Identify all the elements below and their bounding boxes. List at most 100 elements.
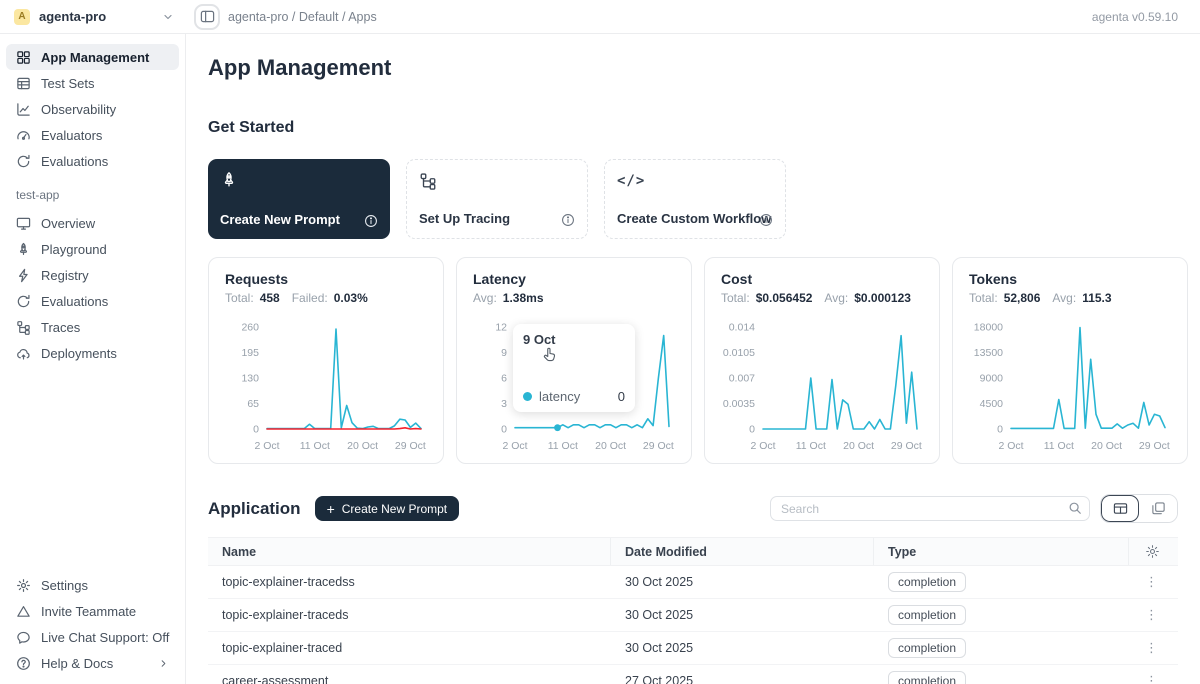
sidebar-item-evaluators[interactable]: Evaluators — [6, 122, 179, 148]
table-row[interactable]: topic-explainer-traced 30 Oct 2025 compl… — [208, 632, 1178, 665]
svg-text:4500: 4500 — [980, 398, 1004, 410]
chart-title: Requests — [225, 271, 427, 287]
column-header-date-modified[interactable]: Date Modified — [611, 538, 874, 565]
svg-text:12: 12 — [495, 322, 507, 334]
chart-line-icon — [16, 102, 31, 117]
stat-label: Total: — [721, 291, 750, 305]
workspace-name: agenta-pro — [39, 9, 106, 24]
sidebar-item-settings[interactable]: Settings — [6, 572, 179, 598]
search-box — [770, 496, 1090, 521]
sync-icon — [16, 154, 31, 169]
svg-text:11 Oct: 11 Oct — [1044, 440, 1074, 452]
table-icon — [16, 76, 31, 91]
svg-text:0: 0 — [997, 424, 1003, 436]
stat-value: 0.03% — [334, 291, 368, 305]
sidebar-item-evaluations-app[interactable]: Evaluations — [6, 288, 179, 314]
sidebar-item-evaluations[interactable]: Evaluations — [6, 148, 179, 174]
sidebar-item-playground[interactable]: Playground — [6, 236, 179, 262]
sidebar-item-label: Observability — [41, 102, 116, 117]
chart-stats: Total: $0.056452 Avg: $0.000123 — [721, 291, 923, 305]
page-title: App Management — [208, 55, 1178, 81]
table-view-icon — [1113, 501, 1128, 516]
create-new-prompt-card[interactable]: Create New Prompt — [208, 159, 390, 239]
chart-title: Cost — [721, 271, 923, 287]
workspace-avatar: A — [14, 9, 30, 25]
column-header-type[interactable]: Type — [874, 538, 1129, 565]
chart-card-tokens: Tokens Total: 52,806 Avg: 115.3 04500900… — [952, 257, 1188, 464]
sync-icon — [16, 294, 31, 309]
row-menu-button[interactable]: ⋮ — [1129, 640, 1178, 656]
sidebar-item-observability[interactable]: Observability — [6, 96, 179, 122]
column-settings[interactable] — [1129, 538, 1178, 565]
card-view-button[interactable] — [1139, 495, 1177, 522]
row-menu-button[interactable]: ⋮ — [1129, 574, 1178, 590]
sidebar-item-label: Live Chat Support: Off — [41, 630, 169, 645]
sidebar-item-traces[interactable]: Traces — [6, 314, 179, 340]
type-badge: completion — [888, 605, 966, 625]
sidebar-item-label: Overview — [41, 216, 95, 231]
sidebar-item-deployments[interactable]: Deployments — [6, 340, 179, 366]
sidebar-item-app-management[interactable]: App Management — [6, 44, 179, 70]
breadcrumb[interactable]: agenta-pro / Default / Apps — [228, 10, 377, 24]
requests-chart[interactable]: 0651301952602 Oct11 Oct20 Oct29 Oct — [225, 313, 427, 457]
svg-text:65: 65 — [247, 398, 259, 410]
sidebar-item-label: Test Sets — [41, 76, 94, 91]
tokens-chart[interactable]: 04500900013500180002 Oct11 Oct20 Oct29 O… — [969, 313, 1171, 457]
sidebar-item-overview[interactable]: Overview — [6, 210, 179, 236]
set-up-tracing-card[interactable]: Set Up Tracing — [406, 159, 588, 239]
sidebar-item-label: Evaluations — [41, 154, 108, 169]
row-menu-button[interactable]: ⋮ — [1129, 673, 1178, 684]
row-menu-button[interactable]: ⋮ — [1129, 607, 1178, 623]
svg-text:11 Oct: 11 Oct — [548, 440, 578, 452]
rocket-icon — [16, 242, 31, 257]
table-view-button[interactable] — [1101, 495, 1139, 522]
sidebar-item-label: Evaluators — [41, 128, 102, 143]
svg-text:11 Oct: 11 Oct — [300, 440, 330, 452]
info-icon[interactable] — [561, 213, 575, 227]
info-icon[interactable] — [364, 214, 378, 228]
table-header: Name Date Modified Type — [208, 537, 1178, 566]
sidebar-collapse-button[interactable] — [194, 4, 220, 30]
chart-tooltip: 9 Oct latency 0 — [513, 324, 635, 412]
cost-chart[interactable]: 00.00350.0070.01050.0142 Oct11 Oct20 Oct… — [721, 313, 923, 457]
svg-text:9: 9 — [501, 347, 507, 359]
card-label: Create Custom Workflow — [617, 211, 771, 226]
chart-card-cost: Cost Total: $0.056452 Avg: $0.000123 00.… — [704, 257, 940, 464]
type-badge: completion — [888, 671, 966, 684]
sidebar-item-invite-teammate[interactable]: Invite Teammate — [6, 598, 179, 624]
sidebar-item-live-chat-support[interactable]: Live Chat Support: Off — [6, 624, 179, 650]
svg-text:29 Oct: 29 Oct — [643, 440, 674, 452]
sidebar-item-label: Registry — [41, 268, 89, 283]
svg-text:0.014: 0.014 — [729, 322, 755, 334]
svg-text:2 Oct: 2 Oct — [502, 440, 527, 452]
stat-value: $0.056452 — [756, 291, 813, 305]
sidebar-item-registry[interactable]: Registry — [6, 262, 179, 288]
main-content: App Management Get Started Create New Pr… — [186, 34, 1200, 684]
svg-text:2 Oct: 2 Oct — [998, 440, 1023, 452]
get-started-title: Get Started — [208, 119, 1178, 137]
cell-date: 27 Oct 2025 — [611, 674, 874, 684]
search-input[interactable] — [770, 496, 1090, 521]
workspace-selector[interactable]: A agenta-pro — [0, 9, 186, 25]
cell-date: 30 Oct 2025 — [611, 641, 874, 655]
svg-text:260: 260 — [241, 322, 259, 334]
trace-tree-icon — [419, 172, 437, 190]
create-new-prompt-button[interactable]: + Create New Prompt — [315, 496, 460, 521]
stat-value: $0.000123 — [854, 291, 911, 305]
sidebar-item-test-sets[interactable]: Test Sets — [6, 70, 179, 96]
create-custom-workflow-card[interactable]: </> Create Custom Workflow — [604, 159, 786, 239]
column-header-name[interactable]: Name — [208, 538, 611, 565]
svg-text:20 Oct: 20 Oct — [347, 440, 378, 452]
table-row[interactable]: topic-explainer-traceds 30 Oct 2025 comp… — [208, 599, 1178, 632]
chevron-right-icon — [158, 658, 169, 669]
type-badge: completion — [888, 572, 966, 592]
search-icon[interactable] — [1068, 501, 1082, 515]
table-row[interactable]: topic-explainer-tracedss 30 Oct 2025 com… — [208, 566, 1178, 599]
info-icon[interactable] — [759, 213, 773, 227]
sidebar-item-help-docs[interactable]: Help & Docs — [6, 650, 179, 676]
table-row[interactable]: career-assessment 27 Oct 2025 completion… — [208, 665, 1178, 684]
chart-stats: Avg: 1.38ms — [473, 291, 675, 305]
gauge-icon — [16, 128, 31, 143]
svg-text:2 Oct: 2 Oct — [750, 440, 775, 452]
code-icon: </> — [617, 173, 645, 189]
